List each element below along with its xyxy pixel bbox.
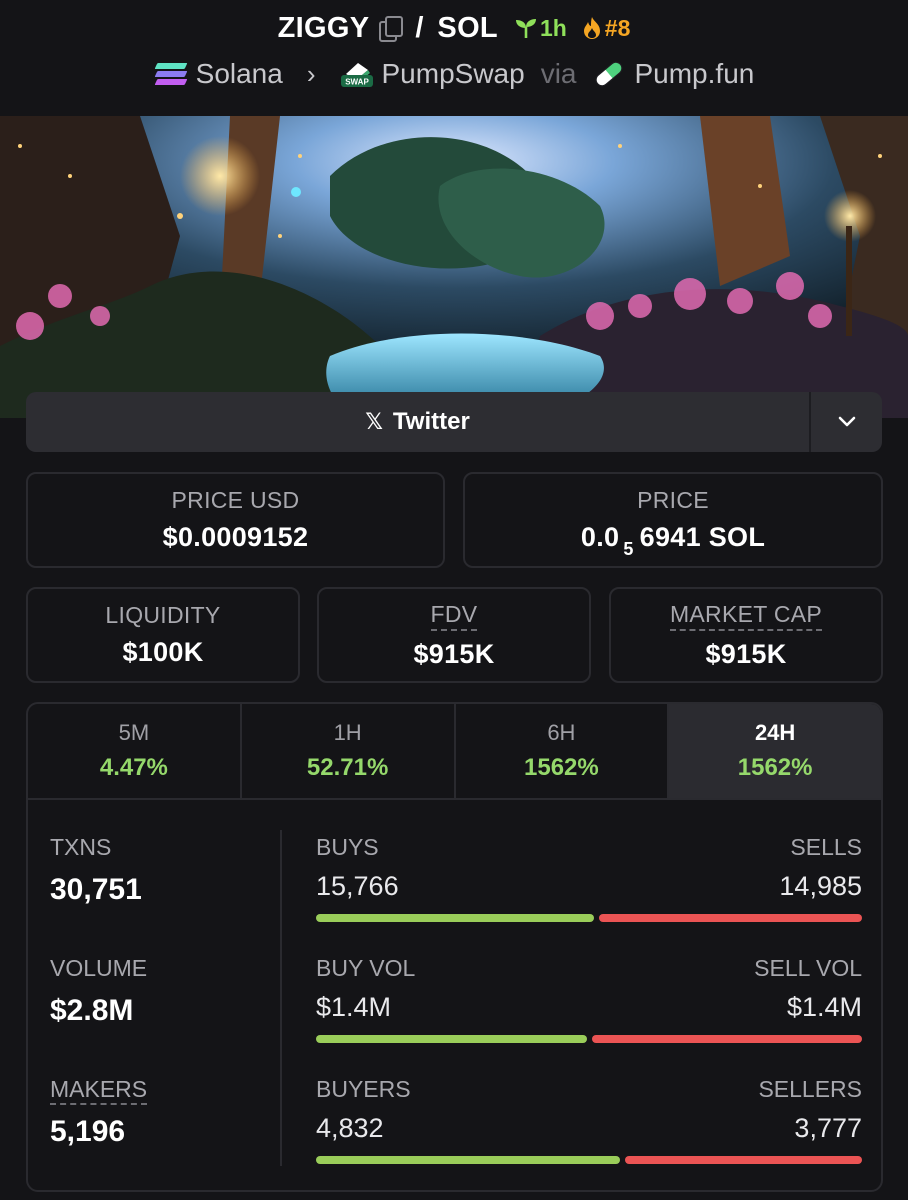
token-banner-image (0, 116, 908, 418)
volume-label: VOLUME (50, 955, 148, 981)
twitter-label: Twitter (392, 408, 470, 435)
tab-label: 24H (754, 720, 796, 745)
price-usd-card: PRICE USD $0.0009152 (26, 472, 445, 568)
trending-rank-badge[interactable]: #8 (581, 14, 631, 42)
price-native-prefix: 0.0 (580, 522, 620, 552)
chevron-right-icon: › (306, 58, 316, 89)
pair-separator: / (415, 11, 424, 44)
trending-rank: #8 (604, 14, 631, 41)
tab-6h[interactable]: 6H 1562% (456, 704, 670, 798)
pumpswap-icon: SWAP (340, 63, 373, 87)
social-links-bar: 𝕏 Twitter (26, 392, 882, 452)
x-logo-icon: 𝕏 (365, 409, 383, 434)
price-change: 52.71% (306, 754, 389, 781)
volume-value: $2.8M (50, 994, 134, 1027)
sell-segment (598, 914, 862, 922)
tab-1h[interactable]: 1H 52.71% (242, 704, 456, 798)
volume-stat: VOLUME $2.8M (50, 955, 147, 1028)
chain-breadcrumb: Solana › SWAP PumpSwap via Pump.fun (0, 54, 908, 94)
txns-label: TXNS (50, 834, 112, 860)
tab-label: 6H (547, 720, 576, 745)
dex-name[interactable]: PumpSwap (382, 58, 525, 90)
price-native-card: PRICE 0.0 5 6941 SOL (463, 472, 883, 568)
via-label: via (540, 58, 577, 89)
makers-ratio-bar (316, 1156, 862, 1164)
makers-label: MAKERS (50, 1076, 148, 1105)
volume-ratio-bar (316, 1035, 862, 1043)
price-native-zero-count: 5 (623, 539, 634, 559)
tab-5m[interactable]: 5M 4.47% (28, 704, 242, 798)
price-change: 1562% (524, 754, 599, 781)
buys-sells-stat: BUYS SELLS 15,766 14,985 (316, 834, 862, 922)
buys-value: 15,766 (316, 871, 399, 901)
makers-stat[interactable]: MAKERS 5,196 (50, 1076, 148, 1149)
flame-icon (583, 17, 600, 39)
price-change: 4.47% (99, 754, 168, 781)
price-native-value: 0.0 5 6941 SOL (580, 522, 766, 559)
price-native-label: PRICE (637, 487, 709, 513)
market-cap-value: $915K (705, 638, 787, 669)
pair-title-row: ZIGGY / SOL 1h #8 (0, 8, 908, 48)
txns-value: 30,751 (50, 873, 142, 906)
price-change: 1562% (737, 754, 813, 781)
buy-segment (316, 914, 594, 922)
tab-label: 5M (118, 720, 150, 745)
chevron-down-icon (838, 416, 855, 427)
pair-age-badge: 1h (514, 15, 567, 42)
more-links-dropdown[interactable] (811, 392, 882, 452)
price-usd-value: $0.0009152 (162, 522, 309, 552)
buy-segment (316, 1156, 620, 1164)
chain-name[interactable]: Solana (196, 58, 283, 90)
stats-divider (280, 830, 282, 1166)
fdv-value: $915K (413, 638, 495, 669)
liquidity-value: $100K (122, 637, 204, 667)
timeframe-tabs: 5M 4.47% 1H 52.71% 6H 1562% 24H 1562% (28, 704, 881, 800)
price-native-suffix: 6941 SOL (639, 522, 766, 552)
makers-value: 5,196 (50, 1115, 126, 1148)
stats-panel: 5M 4.47% 1H 52.71% 6H 1562% 24H 1562% TX… (26, 702, 883, 1192)
liquidity-label: LIQUIDITY (105, 602, 221, 628)
buyers-value: 4,832 (316, 1113, 384, 1143)
sell-vol-value: $1.4M (786, 992, 862, 1022)
buy-vol-value: $1.4M (316, 992, 392, 1022)
txns-stat: TXNS 30,751 (50, 834, 142, 907)
sell-segment (591, 1035, 862, 1043)
buys-sells-ratio-bar (316, 914, 862, 922)
price-usd-label: PRICE USD (171, 487, 300, 513)
pair-header: ZIGGY / SOL 1h #8 Solana › SWAP PumpSwap… (0, 0, 908, 116)
sell-vol-label: SELL VOL (754, 955, 862, 981)
seedling-icon (515, 19, 536, 38)
buyers-label: BUYERS (316, 1076, 411, 1102)
sell-segment (624, 1156, 862, 1164)
solana-icon (154, 61, 188, 87)
quote-symbol: SOL (437, 11, 498, 44)
market-cap-card[interactable]: MARKET CAP $915K (609, 587, 883, 683)
transaction-stats: TXNS 30,751 VOLUME $2.8M MAKERS 5,196 BU… (28, 802, 881, 1190)
buyers-sellers-stat: BUYERS SELLERS 4,832 3,777 (316, 1076, 862, 1164)
sells-label: SELLS (790, 834, 862, 860)
copy-icon[interactable] (379, 16, 404, 42)
sellers-label: SELLERS (758, 1076, 862, 1102)
fdv-card[interactable]: FDV $915K (317, 587, 591, 683)
pumpfun-pill-icon (595, 61, 623, 87)
buy-segment (316, 1035, 587, 1043)
market-cap-label: MARKET CAP (669, 601, 823, 631)
fdv-label: FDV (430, 601, 478, 631)
token-symbol: ZIGGY (277, 11, 370, 44)
tab-24h[interactable]: 24H 1562% (669, 704, 881, 798)
sells-value: 14,985 (779, 871, 862, 901)
tab-label: 1H (333, 720, 362, 745)
twitter-button[interactable]: 𝕏 Twitter (26, 392, 811, 452)
launchpad-name[interactable]: Pump.fun (634, 58, 754, 90)
swap-badge-text: SWAP (345, 78, 369, 87)
sellers-value: 3,777 (794, 1113, 862, 1143)
buy-sell-volume-stat: BUY VOL SELL VOL $1.4M $1.4M (316, 955, 862, 1043)
buys-label: BUYS (316, 834, 379, 860)
liquidity-card: LIQUIDITY $100K (26, 587, 300, 683)
buy-vol-label: BUY VOL (316, 955, 416, 981)
pair-age: 1h (539, 14, 567, 41)
